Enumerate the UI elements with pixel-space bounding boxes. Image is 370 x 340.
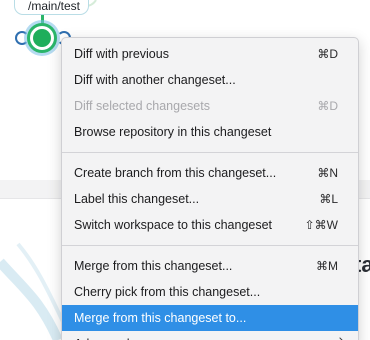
- menu-item-merge-from-this-changeset-to[interactable]: Merge from this changeset to...: [62, 305, 358, 331]
- menu-item-label: Browse repository in this changeset: [74, 125, 272, 139]
- menu-item-label: Diff selected changesets: [74, 99, 210, 113]
- menu-item-label: Cherry pick from this changeset...: [74, 285, 261, 299]
- menu-item-label: Diff with previous: [74, 47, 169, 61]
- menu-item-advanced-merge[interactable]: Advanced merge: [62, 331, 358, 340]
- menu-item-shortcut: ⌘D: [317, 47, 338, 61]
- menu-item-label: Diff with another changeset...: [74, 73, 236, 87]
- changeset-context-menu: Diff with previous ⌘D Diff with another ch…: [61, 37, 359, 340]
- menu-item-diff-with-another-changeset[interactable]: Diff with another changeset...: [62, 67, 358, 93]
- menu-item-switch-workspace-to-this-changeset[interactable]: Switch workspace to this changeset ⇧⌘W: [62, 212, 358, 238]
- menu-item-create-branch-from-this-changeset[interactable]: Create branch from this changeset... ⌘N: [62, 160, 358, 186]
- menu-separator: [62, 245, 358, 246]
- menu-item-label-this-changeset[interactable]: Label this changeset... ⌘L: [62, 186, 358, 212]
- branch-explorer-view: /main/test ta Diff with previous⌘DDiff w…: [0, 0, 370, 340]
- menu-item-diff-with-previous[interactable]: Diff with previous ⌘D: [62, 41, 358, 67]
- menu-item-cherry-pick-from-this-changeset[interactable]: Cherry pick from this changeset...: [62, 279, 358, 305]
- menu-item-shortcut: ⇧⌘W: [304, 218, 338, 232]
- menu-item-shortcut: ⌘M: [316, 259, 338, 273]
- menu-item-shortcut: ⌘D: [317, 99, 338, 113]
- branch-label[interactable]: /main/test: [14, 0, 90, 15]
- changeset-node[interactable]: [27, 23, 57, 53]
- menu-item-shortcut: ⌘N: [317, 166, 338, 180]
- menu-item-label: Create branch from this changeset...: [74, 166, 277, 180]
- menu-item-shortcut: ⌘L: [319, 192, 338, 206]
- menu-item-label: Label this changeset...: [74, 192, 200, 206]
- menu-separator: [62, 152, 358, 153]
- menu-item-browse-repository-in-this-changeset[interactable]: Browse repository in this changeset: [62, 119, 358, 145]
- menu-item-label: Merge from this changeset to...: [74, 311, 247, 325]
- menu-item-diff-selected-changesets: Diff selected changesets ⌘D: [62, 93, 358, 119]
- menu-item-merge-from-this-changeset[interactable]: Merge from this changeset... ⌘M: [62, 253, 358, 279]
